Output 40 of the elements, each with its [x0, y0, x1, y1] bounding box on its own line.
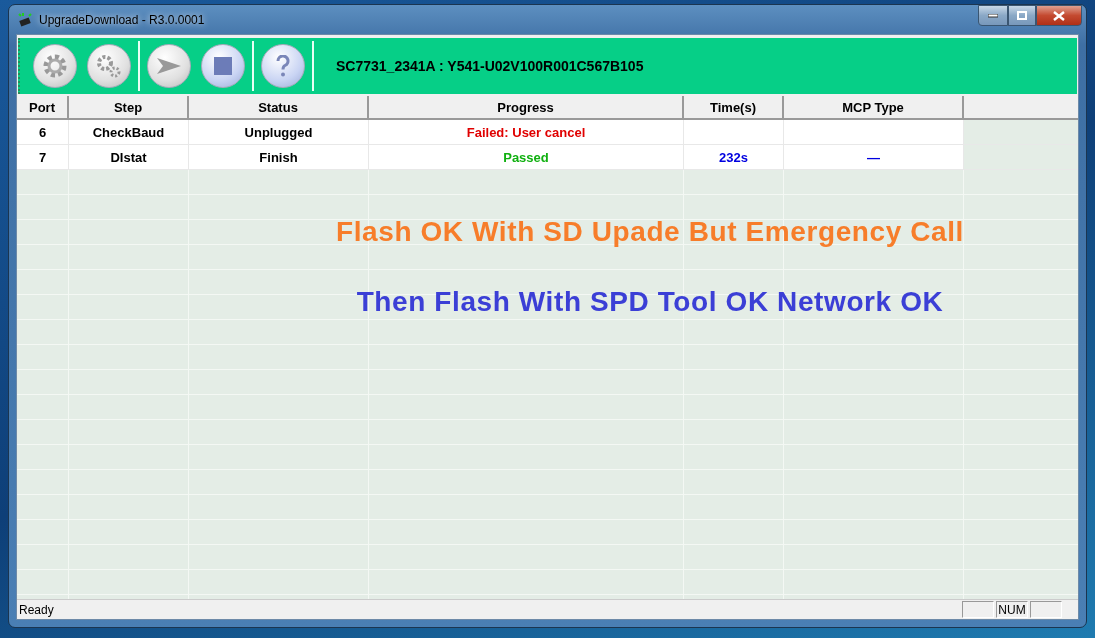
question-mark-icon: [276, 55, 290, 77]
maximize-icon: [1017, 11, 1027, 20]
status-pane: [962, 601, 994, 618]
table-cell: Failed: User cancel: [369, 120, 684, 144]
start-download-button[interactable]: [147, 44, 191, 88]
minimize-icon: [988, 13, 998, 18]
chip-icon: [17, 11, 33, 28]
close-icon: [1053, 10, 1065, 21]
column-header[interactable]: Port: [17, 96, 69, 118]
stop-button[interactable]: [201, 44, 245, 88]
device-info-text: SC7731_2341A : Y541-U02V100R001C567B105: [336, 58, 644, 74]
stop-icon: [214, 57, 232, 75]
settings-button[interactable]: [33, 44, 77, 88]
status-pane: NUM: [996, 601, 1028, 618]
window-title: UpgradeDownload - R3.0.0001: [39, 12, 205, 27]
table-cell: 7: [17, 145, 69, 169]
status-text: Ready: [19, 602, 55, 617]
column-header[interactable]: MCP Type: [784, 96, 964, 118]
table-cell: 6: [17, 120, 69, 144]
caption-text: Flash OK With SD Upade But Emergency Call: [336, 216, 964, 248]
close-button[interactable]: [1036, 5, 1082, 26]
arrow-icon: [156, 57, 182, 75]
maximize-button[interactable]: [1008, 5, 1036, 26]
gear-icon: [41, 52, 69, 80]
table-cell: Finish: [189, 145, 369, 169]
column-header[interactable]: Step: [69, 96, 189, 118]
status-pane: [1030, 601, 1062, 618]
table-cell: —: [784, 145, 964, 169]
help-button[interactable]: [261, 44, 305, 88]
table-cell: Passed: [369, 145, 684, 169]
caption-text: Then Flash With SPD Tool OK Network OK: [356, 286, 944, 318]
minimize-button[interactable]: [978, 5, 1008, 26]
column-header[interactable]: Progress: [369, 96, 684, 118]
column-header[interactable]: Time(s): [684, 96, 784, 118]
table-cell: Unplugged: [189, 120, 369, 144]
table-cell: CheckBaud: [69, 120, 189, 144]
advanced-settings-button[interactable]: [87, 44, 131, 88]
column-header[interactable]: Status: [189, 96, 369, 118]
table-cell: 232s: [684, 145, 784, 169]
table-cell: DIstat: [69, 145, 189, 169]
